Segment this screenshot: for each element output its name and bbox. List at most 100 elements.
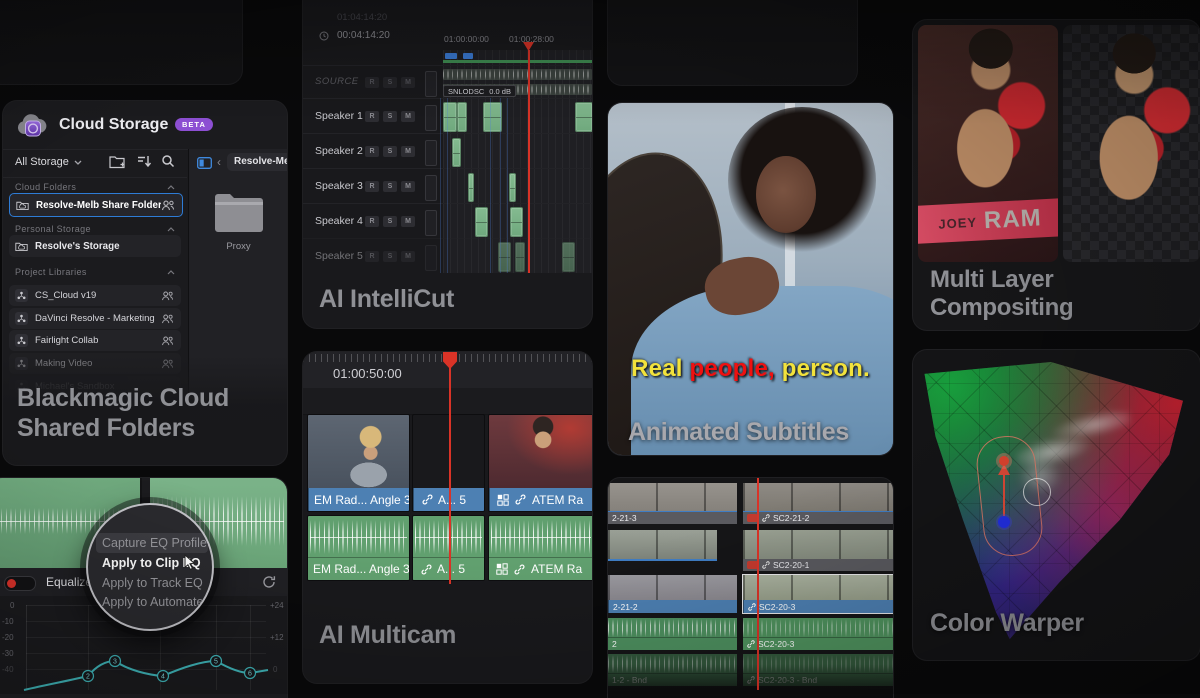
- video-clip[interactable]: 2-21-3: [608, 483, 737, 524]
- audio-clip[interactable]: [457, 102, 467, 132]
- audio-clip[interactable]: [515, 242, 525, 272]
- menu-item-apply-automate[interactable]: Apply to Automate: [102, 595, 203, 609]
- edit-timeline-card: 2-21-3 SC2-21-2 SC2-20-1 2-21-2 SC2-20-3: [608, 478, 893, 698]
- audio-clip[interactable]: [443, 102, 457, 132]
- audio-clip[interactable]: SC2-20-3: [743, 618, 893, 650]
- cloud-folder-icon: [15, 240, 28, 253]
- breadcrumb[interactable]: Resolve-Mel: [227, 153, 287, 171]
- section-personal-storage[interactable]: Personal Storage: [15, 224, 175, 234]
- section-cloud-folders[interactable]: Cloud Folders: [15, 182, 175, 192]
- video-clip-selected[interactable]: SC2-20-3: [743, 575, 893, 613]
- level-meter: [425, 210, 437, 236]
- axis-tick-right: +24: [270, 601, 284, 610]
- solo-button[interactable]: S: [383, 111, 397, 122]
- project-item[interactable]: Fairlight Collab: [9, 330, 181, 351]
- playhead[interactable]: [757, 478, 759, 690]
- multicam-grid-icon: [496, 563, 508, 575]
- mute-button[interactable]: M: [401, 77, 415, 88]
- record-arm-button[interactable]: R: [365, 251, 379, 262]
- sidebar-item-shared-folder[interactable]: Resolve-Melb Share Folder: [9, 193, 183, 217]
- equalizer-toggle[interactable]: [4, 576, 36, 591]
- mute-button[interactable]: M: [401, 181, 415, 192]
- audio-clip[interactable]: [510, 207, 523, 237]
- project-item[interactable]: DaVinci Resolve - Marketing: [9, 308, 181, 329]
- mute-button[interactable]: M: [401, 146, 415, 157]
- project-item[interactable]: CS_Cloud v19: [9, 285, 181, 306]
- panel-toggle-icon[interactable]: [197, 157, 212, 169]
- solo-button[interactable]: S: [383, 216, 397, 227]
- shared-users-icon: [161, 200, 175, 211]
- audio-clip[interactable]: EM Rad... Angle 3: [307, 515, 410, 581]
- eq-node-label[interactable]: 3: [113, 659, 117, 666]
- section-project-libraries[interactable]: Project Libraries: [15, 267, 175, 277]
- mute-button[interactable]: M: [401, 111, 415, 122]
- solo-button[interactable]: S: [383, 146, 397, 157]
- storage-filter-dropdown[interactable]: All Storage: [15, 156, 82, 168]
- clip-label-bar: EM Rad... Angle 3: [308, 488, 410, 511]
- playhead[interactable]: [449, 362, 451, 584]
- record-arm-button[interactable]: R: [365, 216, 379, 227]
- solo-button[interactable]: S: [383, 77, 397, 88]
- intellicut-card: 01:04:14:20 00:04:14:20 01:00:00:00 01:0…: [303, 0, 592, 328]
- warp-cursor-ring[interactable]: [1023, 478, 1051, 506]
- record-arm-button[interactable]: R: [365, 146, 379, 157]
- audio-clip[interactable]: ATEM Ra: [488, 515, 592, 581]
- banner-text: JOEY: [938, 214, 977, 231]
- solo-button[interactable]: S: [383, 251, 397, 262]
- multicam-card: 01:00:50:00 EM Rad... Angle 3 A... 5 ATE…: [303, 352, 592, 683]
- clip-label-bar: ATEM Ra: [489, 488, 592, 511]
- audio-clip[interactable]: [509, 173, 516, 202]
- sort-button[interactable]: [137, 155, 152, 168]
- cloud-storage-title: Cloud Storage: [59, 116, 168, 134]
- headline-line2: Compositing: [930, 294, 1073, 322]
- audio-clip[interactable]: [468, 173, 474, 202]
- new-folder-button[interactable]: [109, 155, 126, 169]
- sidebar-item-personal-storage[interactable]: Resolve's Storage: [9, 235, 181, 257]
- eq-node-label[interactable]: 2: [86, 674, 90, 681]
- video-clip[interactable]: ATEM Ra: [488, 414, 592, 512]
- video-clip[interactable]: SC2-21-2: [743, 483, 893, 524]
- audio-clip[interactable]: 2: [608, 618, 737, 650]
- record-arm-button[interactable]: R: [365, 181, 379, 192]
- menu-item-capture-eq[interactable]: Capture EQ Profile: [102, 536, 207, 550]
- warp-target-point[interactable]: [999, 456, 1009, 466]
- folder-icon-proxy[interactable]: [213, 191, 265, 233]
- audio-clip[interactable]: [475, 207, 488, 237]
- eq-node-label[interactable]: 5: [214, 659, 218, 666]
- audio-clip[interactable]: [562, 242, 575, 272]
- timeline-marker-blue[interactable]: [463, 53, 473, 59]
- eq-node-label[interactable]: 6: [248, 671, 252, 678]
- video-clip[interactable]: EM Rad... Angle 3: [307, 414, 410, 512]
- mute-button[interactable]: M: [401, 216, 415, 227]
- solo-button[interactable]: S: [383, 181, 397, 192]
- clip-label: 2-21-2: [613, 602, 638, 612]
- clip-label-bar: SC2-21-2: [743, 511, 893, 524]
- mute-button[interactable]: M: [401, 251, 415, 262]
- axis-tick-right: 0: [273, 665, 277, 674]
- cloud-folder-icon: [16, 199, 29, 212]
- back-chevron-icon[interactable]: ‹: [217, 155, 221, 169]
- menu-item-apply-track-eq[interactable]: Apply to Track EQ: [102, 576, 203, 590]
- clip-label: SC2-20-1: [773, 560, 809, 570]
- source-clip-gain: 0.0 dB: [489, 87, 511, 96]
- reset-icon: [262, 575, 276, 589]
- audio-clip[interactable]: [452, 138, 461, 167]
- eq-node-label[interactable]: 4: [161, 674, 165, 681]
- video-clip[interactable]: 2-21-2: [608, 575, 737, 613]
- video-clip[interactable]: [608, 530, 717, 561]
- playhead[interactable]: [528, 50, 530, 273]
- subtitles-photo: [608, 103, 893, 455]
- axis-tick-left: 0: [10, 601, 14, 610]
- record-arm-button[interactable]: R: [365, 77, 379, 88]
- multicam-grid-icon: [497, 494, 509, 506]
- warp-source-point[interactable]: [998, 516, 1010, 528]
- timeline-marker-blue[interactable]: [445, 53, 457, 59]
- feature-headline-cloud: Blackmagic Cloud Shared Folders: [17, 383, 229, 443]
- reset-button[interactable]: [262, 575, 276, 589]
- search-button[interactable]: [161, 154, 175, 168]
- video-clip[interactable]: SC2-20-1: [743, 530, 893, 571]
- record-arm-button[interactable]: R: [365, 111, 379, 122]
- track-source[interactable]: SOURCE R S M SNLODSC 0.0 dB: [303, 65, 592, 99]
- audio-clip[interactable]: [575, 102, 592, 132]
- section-label: Project Libraries: [15, 267, 87, 277]
